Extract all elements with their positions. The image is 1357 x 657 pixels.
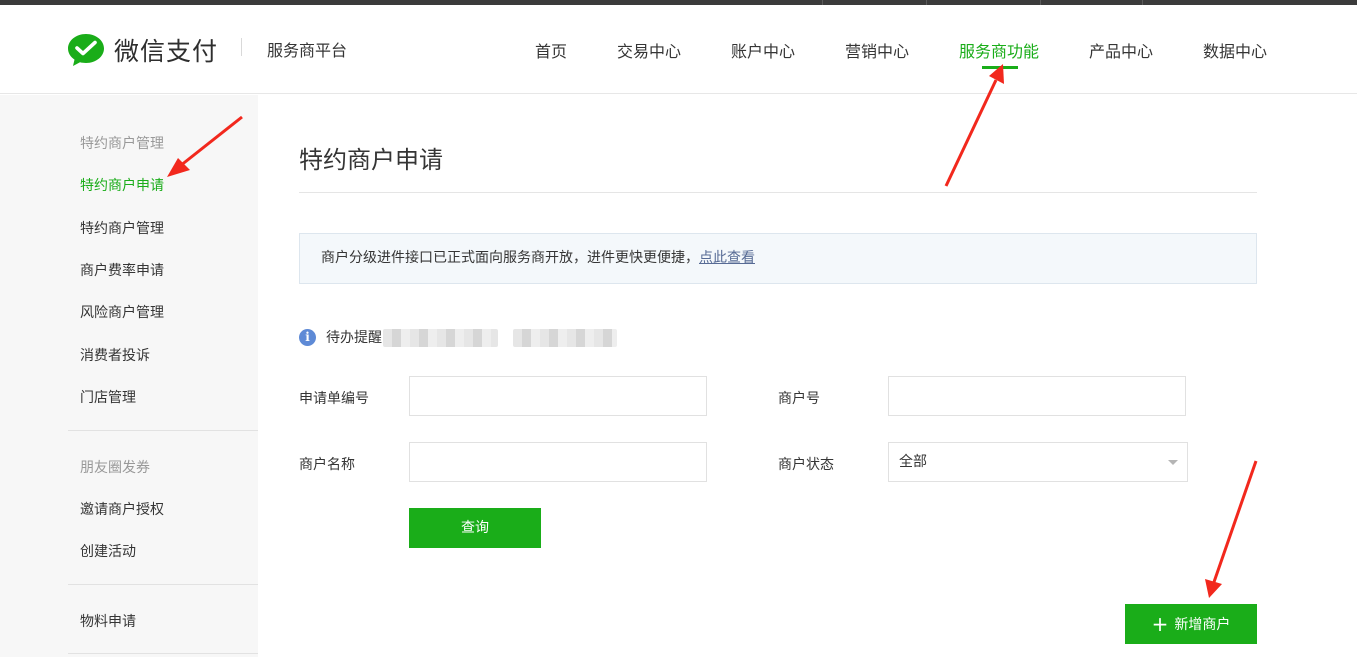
nav-marketing-center[interactable]: 营销中心 [845, 38, 909, 62]
title-divider [299, 192, 1257, 193]
redacted-content [383, 329, 498, 347]
add-merchant-button[interactable]: + 新增商户 [1125, 604, 1257, 644]
sidebar-item-rate-application[interactable]: 商户费率申请 [80, 260, 164, 280]
redacted-content [513, 329, 617, 347]
application-no-input[interactable] [409, 376, 707, 416]
sidebar-group-title-moments: 朋友圈发券 [80, 460, 150, 476]
merchant-no-input[interactable] [888, 376, 1186, 416]
nav-product-center[interactable]: 产品中心 [1089, 38, 1153, 62]
page-title: 特约商户申请 [299, 146, 443, 174]
nav-data-center[interactable]: 数据中心 [1203, 38, 1267, 62]
add-merchant-label: 新增商户 [1174, 617, 1231, 633]
sidebar-item-material-application[interactable]: 物料申请 [80, 611, 136, 631]
merchant-name-input[interactable] [409, 442, 707, 482]
merchant-no-label: 商户号 [778, 391, 820, 407]
wechat-pay-logo-icon [68, 34, 104, 66]
todo-label: 待办提醒 [326, 330, 382, 346]
plus-icon: + [1151, 612, 1169, 636]
sidebar-divider [68, 653, 258, 654]
sidebar-item-merchant-application[interactable]: 特约商户申请 [80, 175, 164, 195]
sidebar-item-create-activity[interactable]: 创建活动 [80, 541, 136, 561]
wechat-pay-logo[interactable]: 微信支付 [66, 30, 218, 70]
nav-active-underline [982, 66, 1018, 69]
notice-banner: 商户分级进件接口已正式面向服务商开放，进件更快更便捷，点此查看 [299, 233, 1257, 284]
platform-name: 服务商平台 [267, 41, 348, 60]
merchant-status-label: 商户状态 [778, 457, 834, 473]
notice-link[interactable]: 点此查看 [699, 250, 755, 266]
query-button[interactable]: 查询 [409, 508, 541, 548]
sidebar-item-risk-merchant[interactable]: 风险商户管理 [80, 302, 164, 322]
merchant-status-value: 全部 [899, 454, 927, 470]
sidebar-item-merchant-management[interactable]: 特约商户管理 [80, 218, 164, 238]
todo-reminder: i 待办提醒 [299, 327, 382, 347]
sidebar-item-consumer-complaints[interactable]: 消费者投诉 [80, 345, 150, 365]
header-divider [241, 38, 242, 56]
annotation-arrow-add-button [1205, 460, 1258, 598]
merchant-status-select[interactable]: 全部 [888, 442, 1188, 482]
chevron-down-icon [1168, 460, 1178, 465]
info-icon: i [299, 328, 316, 346]
top-header: 微信支付 服务商平台 首页 交易中心 账户中心 营销中心 服务商功能 产品中心 … [0, 5, 1357, 94]
notice-text: 商户分级进件接口已正式面向服务商开放，进件更快更便捷， [321, 250, 699, 266]
sidebar-group-title-merchant: 特约商户管理 [80, 136, 164, 152]
nav-service-provider-functions[interactable]: 服务商功能 [959, 38, 1039, 62]
sidebar-item-store-management[interactable]: 门店管理 [80, 387, 136, 407]
logo-text: 微信支付 [114, 37, 219, 66]
application-no-label: 申请单编号 [299, 391, 369, 407]
sidebar-divider [68, 584, 258, 585]
nav-transaction-center[interactable]: 交易中心 [617, 38, 681, 62]
sidebar-item-invite-authorization[interactable]: 邀请商户授权 [80, 499, 164, 519]
sidebar-divider [68, 430, 258, 431]
nav-home[interactable]: 首页 [535, 38, 567, 62]
nav-account-center[interactable]: 账户中心 [731, 38, 795, 62]
merchant-name-label: 商户名称 [299, 457, 355, 473]
